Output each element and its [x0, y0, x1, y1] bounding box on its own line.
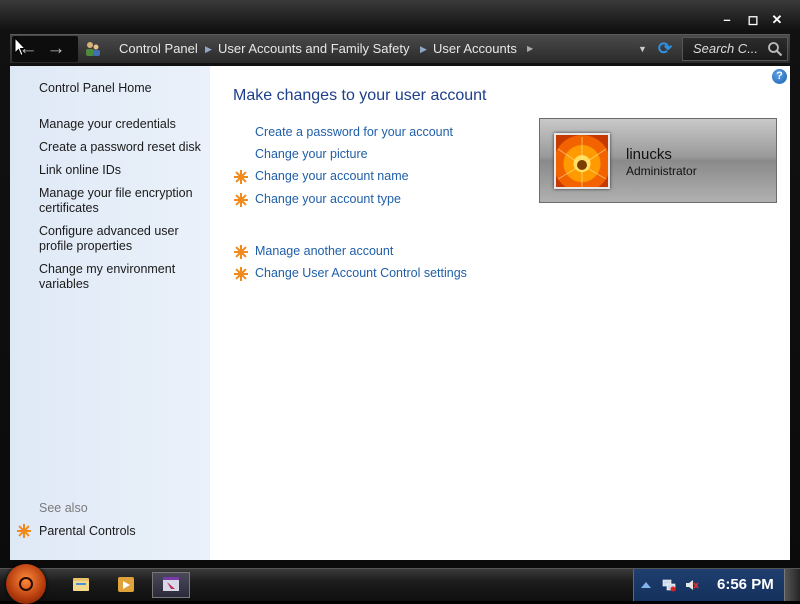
user-account-card: linucks Administrator [539, 118, 777, 203]
control-panel-window: – ◻ ✕ ← → Control Panel ▶ User Accounts … [0, 0, 800, 568]
taskbar-media-player-button[interactable] [107, 572, 145, 598]
address-dropdown-icon[interactable]: ▼ [638, 35, 647, 63]
task-change-picture[interactable]: Change your picture [255, 147, 368, 161]
start-button[interactable] [6, 564, 46, 604]
control-panel-home-link[interactable]: Control Panel Home [39, 81, 209, 96]
title-bar: – ◻ ✕ [0, 0, 800, 34]
folder-icon [73, 578, 89, 591]
sidebar-link-password-reset-disk[interactable]: Create a password reset disk [39, 140, 209, 155]
breadcrumb: Control Panel ▶ User Accounts and Family… [82, 35, 672, 63]
breadcrumb-separator-icon[interactable]: ▶ [527, 35, 533, 63]
volume-muted-icon[interactable] [685, 578, 699, 592]
help-icon[interactable]: ? [772, 69, 787, 84]
main-content: ? Make changes to your user account Crea… [210, 66, 790, 560]
taskbar-control-panel-button[interactable] [152, 572, 190, 598]
media-player-icon [118, 577, 134, 592]
left-task-pane: Control Panel Home Manage your credentia… [10, 66, 210, 560]
taskbar-explorer-button[interactable] [62, 572, 100, 598]
control-panel-window-icon [163, 577, 179, 591]
breadcrumb-separator-icon[interactable]: ▶ [205, 35, 212, 63]
uac-shield-icon [234, 170, 248, 184]
search-placeholder: Search C... [693, 41, 759, 56]
user-name: linucks [626, 146, 672, 163]
sidebar-link-encryption-certificates[interactable]: Manage your file encryption certificates [39, 186, 209, 216]
breadcrumb-separator-icon[interactable]: ▶ [420, 35, 427, 63]
page-title: Make changes to your user account [233, 87, 487, 104]
mouse-cursor-icon [14, 37, 26, 57]
breadcrumb-user-accounts[interactable]: User Accounts [433, 35, 517, 63]
sidebar-link-manage-credentials[interactable]: Manage your credentials [39, 117, 209, 132]
task-change-account-name[interactable]: Change your account name [255, 169, 409, 183]
taskbar: 6:56 PM [0, 564, 800, 604]
breadcrumb-control-panel[interactable]: Control Panel [119, 35, 198, 63]
see-also-heading: See also [39, 501, 88, 515]
control-panel-icon [86, 42, 100, 56]
uac-shield-icon [234, 267, 248, 281]
sidebar-link-advanced-profile[interactable]: Configure advanced user profile properti… [39, 224, 209, 254]
maximize-button[interactable]: ◻ [744, 12, 762, 28]
show-hidden-icons-icon[interactable] [639, 578, 653, 592]
uac-shield-icon [234, 245, 248, 259]
avatar [554, 133, 610, 189]
user-role: Administrator [626, 164, 697, 178]
sidebar-link-environment-variables[interactable]: Change my environment variables [39, 262, 209, 292]
uac-shield-icon [17, 524, 31, 538]
show-desktop-button[interactable] [784, 569, 800, 601]
task-change-account-type[interactable]: Change your account type [255, 192, 401, 206]
see-also-parental-controls[interactable]: Parental Controls [39, 524, 209, 539]
network-icon[interactable] [662, 578, 676, 592]
system-tray: 6:56 PM [633, 569, 784, 601]
refresh-icon[interactable]: ⟳ [656, 40, 674, 58]
minimize-button[interactable]: – [718, 12, 736, 28]
task-manage-another-account[interactable]: Manage another account [255, 244, 393, 258]
flower-picture-icon [557, 137, 607, 187]
address-bar-row: ← → Control Panel ▶ User Accounts and Fa… [10, 34, 790, 63]
task-create-password[interactable]: Create a password for your account [255, 125, 453, 139]
sidebar-link-online-ids[interactable]: Link online IDs [39, 163, 209, 178]
search-icon[interactable] [767, 41, 783, 57]
clock[interactable]: 6:56 PM [717, 569, 774, 601]
forward-button[interactable]: → [44, 39, 68, 59]
search-input[interactable]: Search C... [682, 37, 788, 61]
task-uac-settings[interactable]: Change User Account Control settings [255, 266, 467, 280]
uac-shield-icon [234, 193, 248, 207]
breadcrumb-user-accounts-family-safety[interactable]: User Accounts and Family Safety [218, 35, 409, 63]
close-button[interactable]: ✕ [768, 12, 786, 28]
